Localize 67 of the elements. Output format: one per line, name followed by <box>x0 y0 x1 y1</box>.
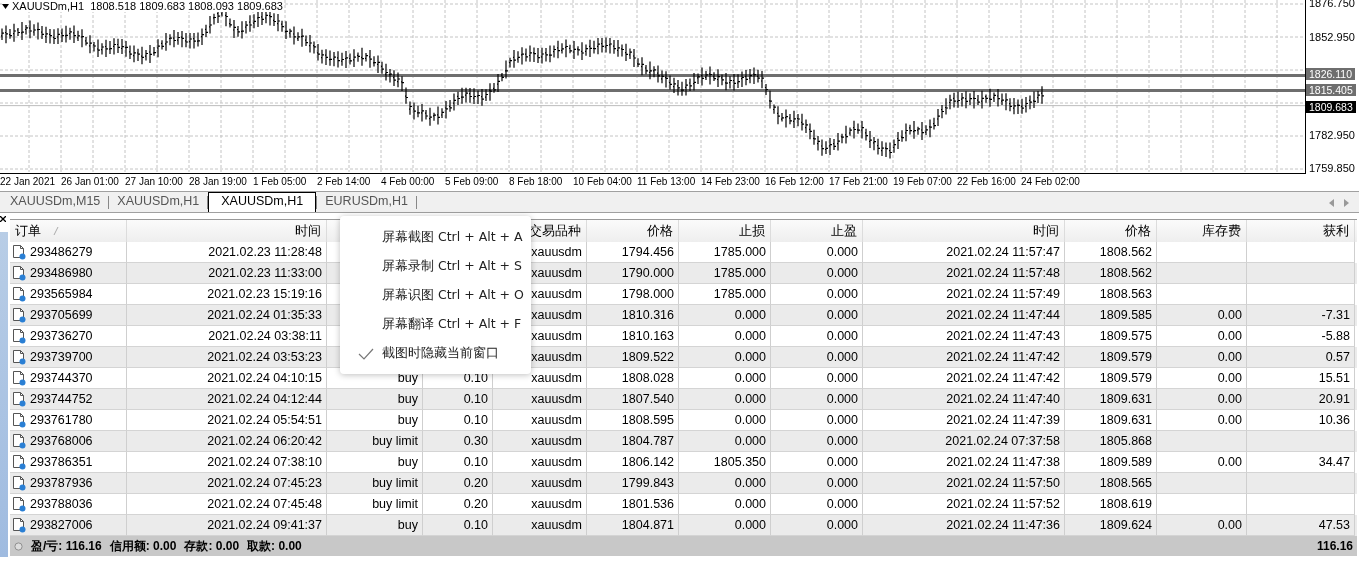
price-label: 1759.850 <box>1309 161 1355 175</box>
order-number: 293761780 <box>30 413 93 427</box>
order-number: 293705699 <box>30 308 93 322</box>
time-label: 1 Feb 05:00 <box>253 176 308 187</box>
order-number: 293565984 <box>30 287 93 301</box>
chart-tab[interactable]: XAUUSDm,M15 <box>2 192 109 212</box>
time-label: 22 Jan 2021 <box>0 176 57 187</box>
total-profit: 116.16 <box>1316 539 1353 553</box>
time-label: 10 Feb 04:00 <box>573 176 633 187</box>
time-label: 16 Feb 12:00 <box>765 176 825 187</box>
column-header[interactable]: 止盈 <box>831 222 857 240</box>
order-number: 293768006 <box>30 434 93 448</box>
column-header[interactable]: 价格 <box>1125 222 1151 240</box>
time-label: 5 Feb 09:00 <box>445 176 500 187</box>
chart-tab[interactable]: XAUUSDm,H1 <box>208 192 317 212</box>
time-label: 28 Jan 19:00 <box>189 176 248 187</box>
order-number: 293788036 <box>30 497 93 511</box>
price-line-label: 1826.110 <box>1306 68 1355 81</box>
order-number: 293486980 <box>30 266 93 280</box>
column-header[interactable]: 时间 <box>1033 222 1059 240</box>
chart-legend: XAUUSDm,H1 1808.518 1809.683 1808.093 1809.683 <box>12 0 283 12</box>
order-document-icon <box>12 307 26 323</box>
order-number: 293744752 <box>30 392 93 406</box>
column-header[interactable]: 库存费 <box>1202 222 1241 240</box>
column-header[interactable]: 价格 <box>647 222 673 240</box>
order-document-icon <box>12 265 26 281</box>
order-number: 293736270 <box>30 329 93 343</box>
order-document-icon <box>12 349 26 365</box>
column-header[interactable]: 止损 <box>739 222 765 240</box>
order-document-icon <box>12 517 26 533</box>
time-label: 4 Feb 00:00 <box>381 176 436 187</box>
time-label: 19 Feb 07:00 <box>893 176 953 187</box>
order-number: 293486279 <box>30 245 93 259</box>
dropdown-triangle-icon[interactable] <box>2 3 9 9</box>
price-label: 1876.750 <box>1309 0 1355 10</box>
price-line-label: 1809.683 <box>1306 100 1356 113</box>
order-number: 293827006 <box>30 518 93 532</box>
time-label: 17 Feb 21:00 <box>829 176 889 187</box>
price-label: 1852.950 <box>1309 30 1355 44</box>
summary-value: 盈/亏: 116.16 <box>31 537 102 555</box>
time-label: 8 Feb 18:00 <box>509 176 564 187</box>
column-header[interactable]: 获利 <box>1323 222 1349 240</box>
order-document-icon <box>12 391 26 407</box>
chart-tab[interactable]: XAUUSDm,H1 <box>109 192 208 212</box>
time-label: 2 Feb 14:00 <box>317 176 372 187</box>
price-line-label: 1815.405 <box>1306 83 1356 96</box>
time-label: 14 Feb 23:00 <box>701 176 761 187</box>
column-header[interactable]: 订单 <box>15 222 59 240</box>
time-label: 11 Feb 13:00 <box>637 176 697 187</box>
summary-value: 信用额: 0.00 <box>109 537 177 555</box>
order-number: 293787936 <box>30 476 93 490</box>
order-number: 293786351 <box>30 455 93 469</box>
time-label: 26 Jan 01:00 <box>61 176 120 187</box>
order-document-icon <box>12 475 26 491</box>
time-label: 22 Feb 16:00 <box>957 176 1017 187</box>
status-circle-icon <box>14 541 23 551</box>
order-document-icon <box>12 433 26 449</box>
chart-tab[interactable]: EURUSDm,H1 <box>317 192 416 212</box>
close-icon[interactable] <box>0 216 6 222</box>
column-header[interactable]: 时间 <box>295 222 321 240</box>
summary-value: 存款: 0.00 <box>184 537 240 555</box>
price-label: 1782.950 <box>1309 129 1355 143</box>
time-label: 27 Jan 10:00 <box>125 176 184 187</box>
time-label: 24 Feb 02:00 <box>1021 176 1081 187</box>
order-number: 293744370 <box>30 371 93 385</box>
order-number: 293739700 <box>30 350 93 364</box>
summary-value: 取款: 0.00 <box>247 537 302 555</box>
